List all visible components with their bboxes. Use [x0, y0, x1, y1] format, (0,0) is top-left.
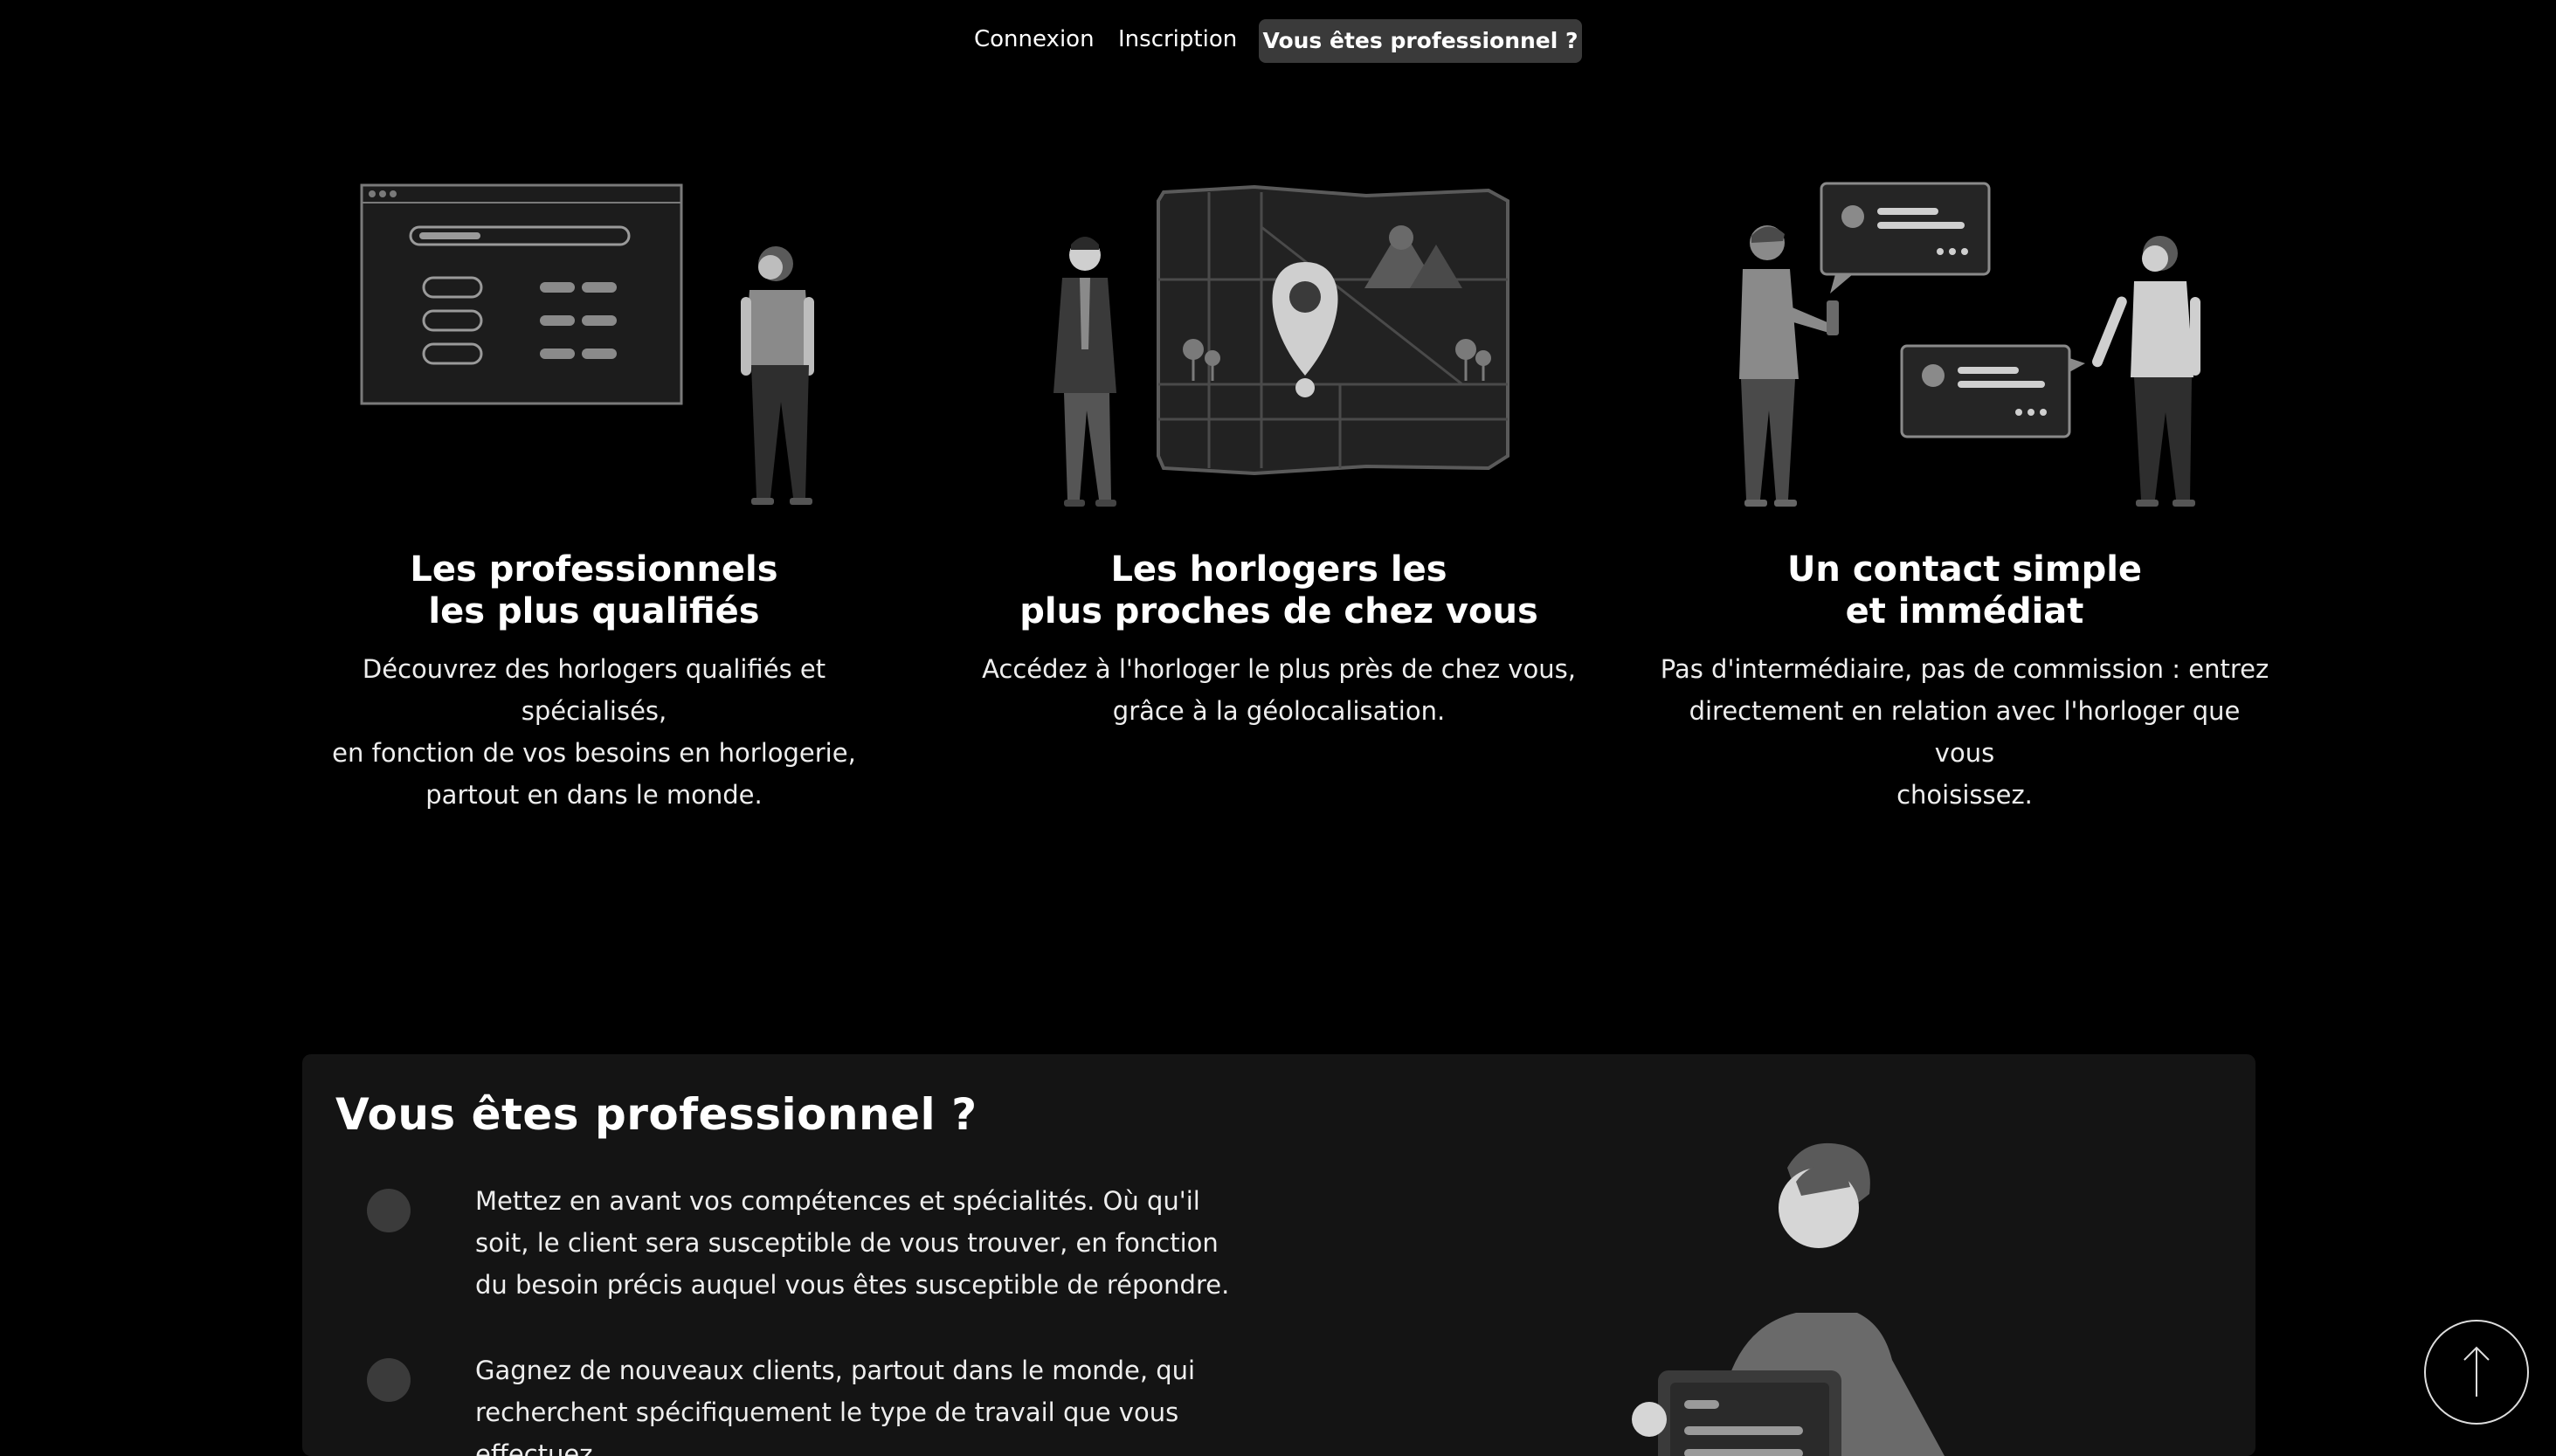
browser-search-illustration	[288, 175, 900, 524]
feature-text: Accédez à l'horloger le plus près de che…	[982, 654, 1576, 726]
feature-text: Pas d'intermédiaire, pas de commission :…	[1660, 654, 2269, 810]
professional-button[interactable]: Vous êtes professionnel ?	[1259, 19, 1582, 63]
feature-title: Les horlogers les plus proches de chez v…	[1019, 549, 1538, 631]
bullet-dot-icon	[367, 1189, 411, 1232]
professional-person-illustration	[1543, 1142, 2032, 1456]
arrow-up-icon	[2463, 1346, 2490, 1397]
map-pin-illustration	[973, 175, 1585, 524]
feature-nearby-watchmakers: Les horlogers les plus proches de chez v…	[973, 175, 1585, 732]
professional-section: Vous êtes professionnel ? Mettez en avan…	[302, 1054, 2255, 1456]
login-link[interactable]: Connexion	[974, 24, 1095, 54]
scroll-to-top-button[interactable]	[2424, 1320, 2529, 1425]
feature-simple-contact: Un contact simple et immédiat Pas d'inte…	[1659, 175, 2270, 816]
bullet-dot-icon	[367, 1358, 411, 1402]
feature-title: Les professionnels les plus qualifiés	[410, 549, 778, 631]
feature-text: Découvrez des horlogers qualifiés et spé…	[332, 654, 856, 810]
feature-qualified-professionals: Les professionnels les plus qualifiés Dé…	[288, 175, 900, 816]
chat-illustration	[1659, 175, 2270, 524]
signup-link[interactable]: Inscription	[1118, 24, 1237, 54]
top-nav: Connexion Inscription Vous êtes professi…	[0, 19, 2556, 65]
feature-title: Un contact simple et immédiat	[1786, 549, 2143, 631]
professional-section-title: Vous êtes professionnel ?	[335, 1089, 977, 1140]
benefit-text: Gagnez de nouveaux clients, partout dans…	[475, 1356, 1196, 1456]
benefit-text: Mettez en avant vos compétences et spéci…	[475, 1186, 1230, 1300]
